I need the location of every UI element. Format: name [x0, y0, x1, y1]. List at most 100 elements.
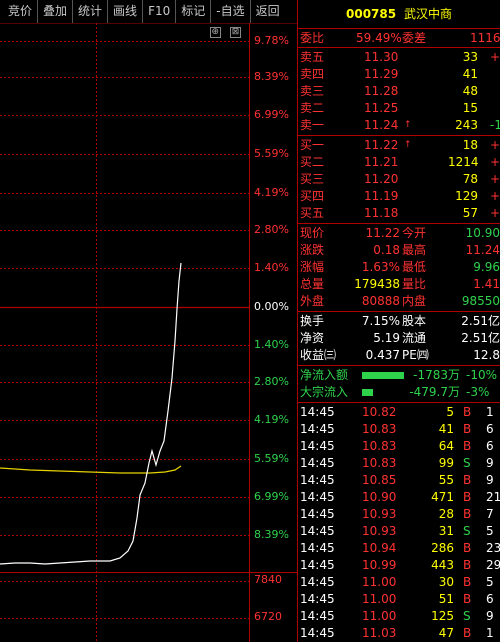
buy-order-row[interactable]: 买四 11.19 129 +19 [298, 188, 500, 205]
tick-volume: 286 [431, 541, 454, 555]
order-price: 11.20 [364, 172, 399, 186]
flow-bar [362, 389, 373, 396]
tick-row[interactable]: 14:45 10.90 471 B 21 [298, 489, 500, 506]
sell-order-row[interactable]: 卖二 11.25 15 [298, 100, 500, 117]
tick-row[interactable]: 14:45 10.94 286 B 23 [298, 540, 500, 557]
tick-side: S [463, 609, 471, 623]
stock-header[interactable]: 000785 武汉中商 [298, 0, 500, 29]
tick-price: 11.03 [362, 626, 397, 640]
intraday-chart[interactable]: ⊕ ⊠ 9.78% 8.39% 6.99% 5.59% 4.19% 2.80% 1.40% 0… [0, 23, 297, 642]
toolbar-button-7[interactable]: 返回 [251, 0, 285, 23]
percent-axis-label: 9.78% [254, 34, 289, 47]
tick-count: 21 [486, 490, 500, 504]
fundamentals: 换手 7.15% 股本 2.51亿 净资 5.19 流通 2.51亿 收益㈢ 0.437 PE㈣ 12… [298, 312, 500, 365]
order-change: -196 [490, 118, 500, 132]
toolbar-button-1[interactable]: 叠加 [38, 0, 74, 23]
close-icon[interactable]: ⊠ [230, 27, 241, 38]
diff-label: 委差 [402, 31, 427, 45]
quote-panel: 000785 武汉中商 委比 59.49% 委差 1116 卖五 11.30 33 +… [297, 0, 500, 642]
sell-order-row[interactable]: 卖五 11.30 33 +33 [298, 49, 500, 66]
toolbar-button-0[interactable]: 竞价 [0, 0, 39, 23]
order-volume: 41 [462, 67, 478, 81]
percent-axis-label: 5.59% [254, 452, 289, 465]
tick-time: 14:45 [300, 405, 335, 419]
chart-toolbar: 竞价 叠加 统计 画线 F10 标记 -自选 返回 [0, 0, 297, 23]
flow-percent: -10% [466, 368, 498, 382]
percent-axis-label: 1.40% [254, 338, 289, 351]
tick-row[interactable]: 14:45 10.99 443 B 29 [298, 557, 500, 574]
quote-summary: 现价 11.22 今开 10.90 涨跌 0.18 最高 11.24 涨幅 1.63% 最低 9.96… [298, 224, 500, 311]
tick-volume: 125 [431, 609, 454, 623]
tick-price: 10.99 [362, 558, 397, 572]
sell-order-book: 卖五11.3033+33卖四11.2941卖三11.2848卖二11.2515卖… [298, 48, 500, 135]
tick-row[interactable]: 14:45 11.03 47 B 1 [298, 625, 500, 642]
toolbar-button-5[interactable]: 标记 [176, 0, 212, 23]
quote-value: 10.90 [465, 226, 500, 240]
tick-side: B [463, 558, 472, 572]
tick-count: 7 [486, 507, 494, 521]
tick-side: B [463, 405, 472, 419]
tick-row[interactable]: 14:45 10.83 99 S 9 [298, 455, 500, 472]
buy-order-row[interactable]: 买五 11.18 57 +17 [298, 205, 500, 222]
toolbar-button-3[interactable]: 画线 [108, 0, 144, 23]
fundamental-value: 2.51亿 [461, 331, 500, 345]
quote-label: 现价 [300, 226, 325, 240]
toolbar-button-4[interactable]: F10 [143, 0, 177, 23]
order-price: 11.30 [364, 50, 399, 64]
order-label: 买二 [300, 155, 325, 169]
tick-volume: 471 [431, 490, 454, 504]
tick-price: 10.83 [362, 456, 397, 470]
tick-volume: 99 [438, 456, 454, 470]
tick-row[interactable]: 14:45 10.93 28 B 7 [298, 506, 500, 523]
quote-value: 11.24 [465, 243, 500, 257]
tick-row[interactable]: 14:45 11.00 125 S 9 [298, 608, 500, 625]
tick-side: B [463, 490, 472, 504]
fundamental-label: 股本 [402, 314, 427, 328]
toolbar-button-6[interactable]: -自选 [211, 0, 251, 23]
stock-code: 000785 [346, 7, 397, 21]
sell-order-row[interactable]: 卖一 11.24 ↑ 243 -196 [298, 117, 500, 134]
order-volume: 243 [455, 118, 478, 132]
quote-value: 11.22 [365, 226, 400, 240]
capital-flow: 净流入额 -1783万 -10% 大宗流入 -479.7万 -3% [298, 366, 500, 402]
order-volume: 18 [462, 138, 478, 152]
tick-row[interactable]: 14:45 10.83 41 B 6 [298, 421, 500, 438]
tick-price: 11.00 [362, 575, 397, 589]
buy-order-row[interactable]: 买二 11.21 1214 +933 [298, 154, 500, 171]
order-label: 卖三 [300, 84, 325, 98]
tick-time: 14:45 [300, 609, 335, 623]
tick-count: 9 [486, 609, 494, 623]
tick-detail-list[interactable]: 14:45 10.82 5 B 1 14:45 10.83 41 B 6 14:45 10.83 64 B… [298, 404, 500, 642]
ratio-label: 委比 [300, 31, 325, 45]
quote-label: 涨幅 [300, 260, 325, 274]
percent-axis-label: 6.99% [254, 490, 289, 503]
sell-order-row[interactable]: 卖四 11.29 41 [298, 66, 500, 83]
capital-flow-row[interactable]: 净流入额 -1783万 -10% [298, 367, 500, 384]
quote-value: 179438 [354, 277, 400, 291]
tick-side: B [463, 473, 472, 487]
tick-price: 10.83 [362, 439, 397, 453]
tick-volume: 55 [438, 473, 454, 487]
tick-count: 29 [486, 558, 500, 572]
toolbar-button-2[interactable]: 统计 [73, 0, 109, 23]
fundamental-row: 收益㈢ 0.437 PE㈣ 12.8 [298, 347, 500, 364]
tick-row[interactable]: 14:45 11.00 30 B 5 [298, 574, 500, 591]
capital-flow-row[interactable]: 大宗流入 -479.7万 -3% [298, 384, 500, 401]
settings-icon[interactable]: ⊕ [209, 27, 221, 38]
buy-order-row[interactable]: 买一 11.22 ↑ 18 +18 [298, 137, 500, 154]
tick-row[interactable]: 14:45 10.82 5 B 1 [298, 404, 500, 421]
tick-row[interactable]: 14:45 10.85 55 B 9 [298, 472, 500, 489]
order-price: 11.19 [364, 189, 399, 203]
tick-count: 5 [486, 524, 494, 538]
tick-time: 14:45 [300, 422, 335, 436]
tick-row[interactable]: 14:45 10.83 64 B 6 [298, 438, 500, 455]
quote-value: 9.96 [473, 260, 500, 274]
tick-row[interactable]: 14:45 10.93 31 S 5 [298, 523, 500, 540]
percent-axis-label: 0.00% [254, 300, 289, 313]
sell-order-row[interactable]: 卖三 11.28 48 [298, 83, 500, 100]
tick-price: 10.83 [362, 422, 397, 436]
order-price: 11.28 [364, 84, 399, 98]
buy-order-row[interactable]: 买三 11.20 78 +78 [298, 171, 500, 188]
tick-time: 14:45 [300, 490, 335, 504]
tick-row[interactable]: 14:45 11.00 51 B 6 [298, 591, 500, 608]
